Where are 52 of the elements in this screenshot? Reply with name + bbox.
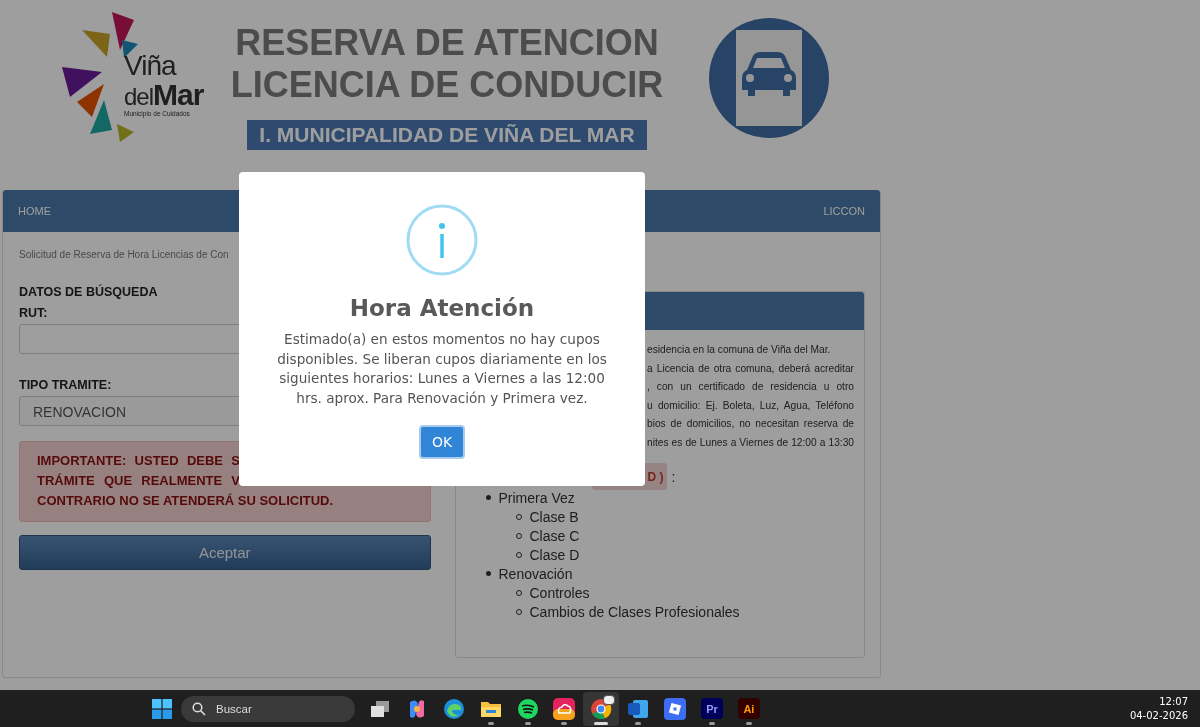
- alert-text: CONTRARIO NO SE ATENDERÁ SU SOLICITUD.: [37, 492, 335, 509]
- app-label: Ai: [737, 698, 760, 719]
- accept-button[interactable]: Aceptar: [19, 535, 431, 570]
- info-text: a Licencia de otra comuna, deberá acreditar: [647, 361, 854, 376]
- taskbar-app[interactable]: Ai: [730, 691, 767, 726]
- profile-badge-icon: [603, 694, 616, 705]
- info-text: nites es de Lunes a Viernes de 12:00 a 13:30: [647, 435, 854, 450]
- list-item: Primera Vez: [498, 489, 575, 506]
- info-text: , con un certificado de residencia u otro: [647, 380, 854, 394]
- taskbar-app[interactable]: [583, 691, 620, 726]
- logo-text: del: [124, 85, 154, 109]
- nav-link[interactable]: LICCON: [823, 205, 865, 217]
- wave-circle-icon: [442, 697, 465, 720]
- logo-text: Viña: [124, 52, 178, 80]
- logo-text: Mar: [153, 80, 204, 110]
- page-subtitle: Solicitud de Reserva de Hora Licencias de Con: [19, 249, 230, 262]
- bullet-icon: [485, 495, 491, 500]
- list-item: Renovación: [498, 565, 573, 582]
- square-app-icon: [664, 697, 687, 720]
- clock-date: 04-02-2026: [1129, 708, 1188, 723]
- taskbar-app[interactable]: Pr: [694, 691, 730, 726]
- cloud-icon: [553, 697, 576, 720]
- car-icon: [709, 18, 829, 138]
- list-item: Clase C: [529, 527, 580, 544]
- alert-text: TRÁMITE QUE REALMENTE V: [37, 472, 240, 489]
- banner: I. MUNICIPALIDAD DE VIÑA DEL MAR: [247, 120, 647, 150]
- search-field[interactable]: Buscar: [181, 695, 355, 722]
- list-item: Cambios de Clases Profesionales: [529, 603, 740, 620]
- list-item: Clase B: [529, 508, 579, 525]
- clock-time: 12:07: [1159, 694, 1188, 709]
- field-label: TIPO TRAMITE:: [19, 378, 112, 392]
- dialog-title: Hora Atención: [349, 295, 535, 321]
- page-title: RESERVA DE ATENCION: [235, 22, 659, 64]
- alert-text: IMPORTANTE: USTED DEBE S: [37, 452, 240, 469]
- windows-start-icon[interactable]: [152, 698, 172, 719]
- info-icon: [406, 204, 478, 276]
- app-label: Pr: [701, 698, 723, 719]
- list-item: Controles: [529, 584, 590, 601]
- info-text: esidencia en la comuna de Viña del Mar.: [647, 343, 832, 357]
- home-link[interactable]: HOME: [18, 205, 51, 217]
- sound-waves-icon: [516, 697, 539, 720]
- info-text: :: [671, 468, 676, 485]
- info-text: bios de domicilios, no necesitan reserva de: [647, 417, 854, 431]
- ok-button[interactable]: OK: [419, 425, 465, 459]
- document-icon: [627, 698, 650, 719]
- bullet-icon: [485, 571, 491, 576]
- search-icon: [192, 701, 206, 716]
- field-label: RUT:: [19, 306, 48, 320]
- section-title: DATOS DE BÚSQUEDA: [19, 285, 159, 299]
- info-text: u domicilio: Ej. Boleta, Luz, Agua, Teléfono: [647, 398, 854, 413]
- list-item: Clase D: [529, 546, 580, 563]
- page-title: LICENCIA DE CONDUCIR: [230, 64, 664, 106]
